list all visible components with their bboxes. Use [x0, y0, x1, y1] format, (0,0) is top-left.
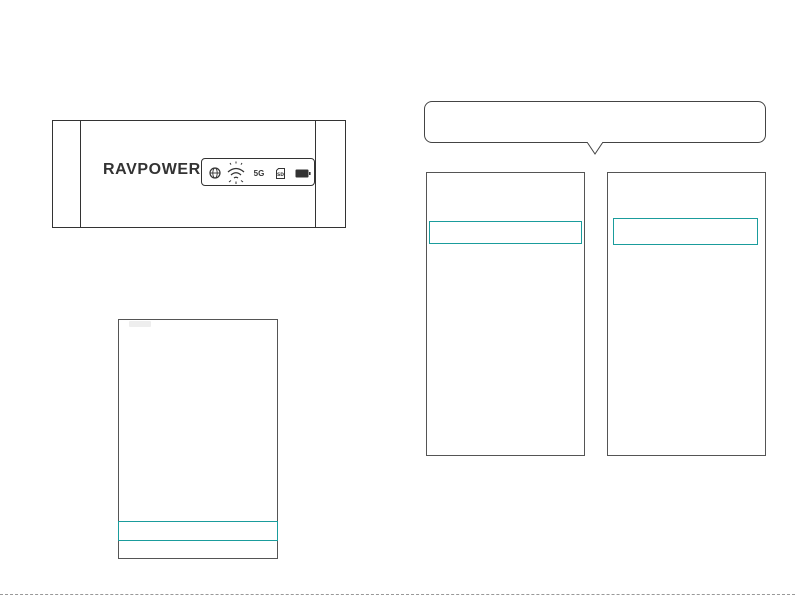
battery-icon	[294, 165, 312, 181]
highlighted-option-left[interactable]	[429, 221, 582, 244]
router-device: RAVPOWER 5G SD	[52, 120, 346, 228]
indicator-panel: 5G SD	[201, 158, 315, 186]
settings-screen-left	[426, 172, 585, 456]
device-end-cap-right	[315, 121, 345, 227]
page-bottom-rule	[0, 594, 795, 595]
highlighted-option-right[interactable]	[613, 218, 758, 245]
5g-indicator: 5G	[253, 168, 265, 178]
brand-logo: RAVPOWER	[103, 161, 201, 178]
status-bar-pill	[129, 321, 151, 327]
phone-screen	[118, 319, 278, 559]
callout-bubble	[424, 101, 766, 143]
wifi-icon	[225, 160, 247, 186]
svg-text:SD: SD	[277, 172, 284, 178]
sd-card-icon: SD	[274, 165, 286, 181]
highlighted-network-row[interactable]	[118, 521, 278, 541]
device-end-cap-left	[53, 121, 81, 227]
settings-screen-right	[607, 172, 766, 456]
globe-icon	[208, 165, 222, 181]
